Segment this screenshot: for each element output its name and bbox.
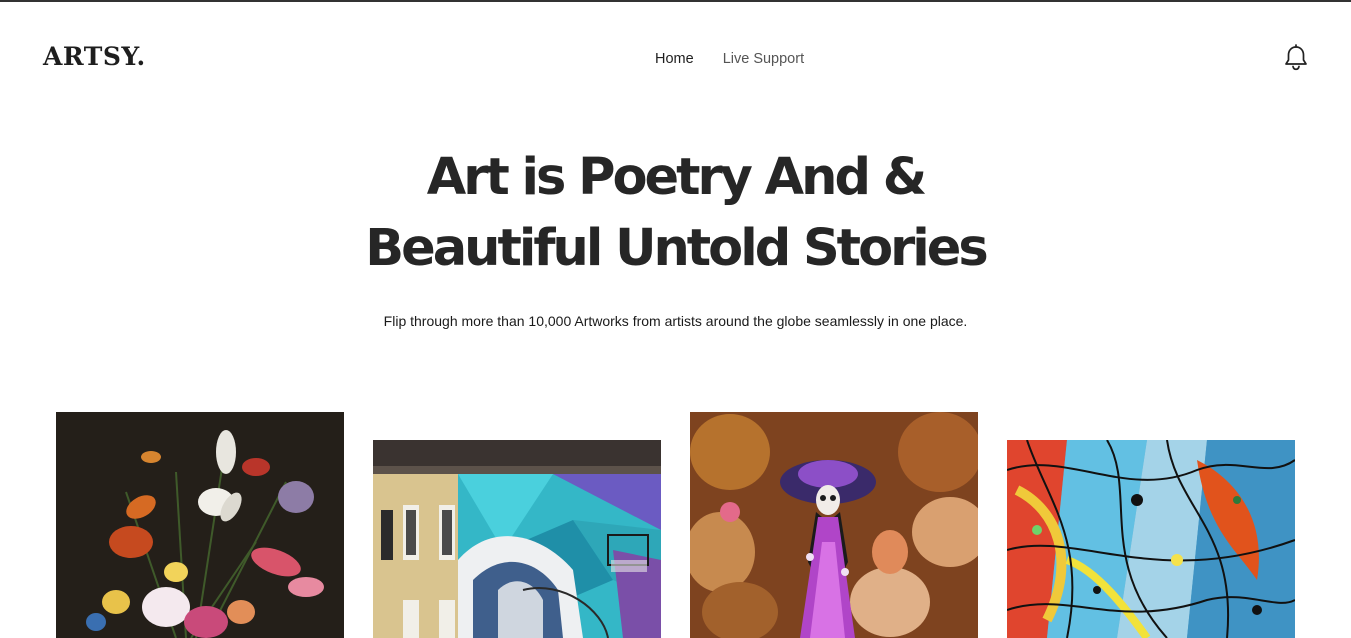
bell-icon[interactable] xyxy=(1281,43,1311,73)
hero-title-line1: Art is Poetry And & xyxy=(426,148,927,207)
nav-home[interactable]: Home xyxy=(655,51,694,67)
mural-image xyxy=(373,440,661,638)
artwork-card-flowers[interactable] xyxy=(56,412,344,638)
catrina-image xyxy=(690,412,978,638)
logo[interactable]: ARTSY. xyxy=(43,42,146,71)
abstract-painting-image xyxy=(1007,440,1295,638)
hero-title-line2: Beautiful Untold Stories xyxy=(365,219,988,278)
artwork-card-abstract[interactable] xyxy=(1007,440,1295,638)
hero-title: Art is Poetry And & Beautiful Untold Sto… xyxy=(0,142,1351,284)
artwork-card-mural[interactable] xyxy=(373,440,661,638)
site-header: ARTSY. Home Live Support xyxy=(0,0,1351,120)
flower-painting-image xyxy=(56,412,344,638)
main-nav: Home Live Support xyxy=(655,51,804,67)
hero-subtitle: Flip through more than 10,000 Artworks f… xyxy=(383,313,968,329)
nav-live-support[interactable]: Live Support xyxy=(723,51,804,67)
artwork-card-catrina[interactable] xyxy=(690,412,978,638)
